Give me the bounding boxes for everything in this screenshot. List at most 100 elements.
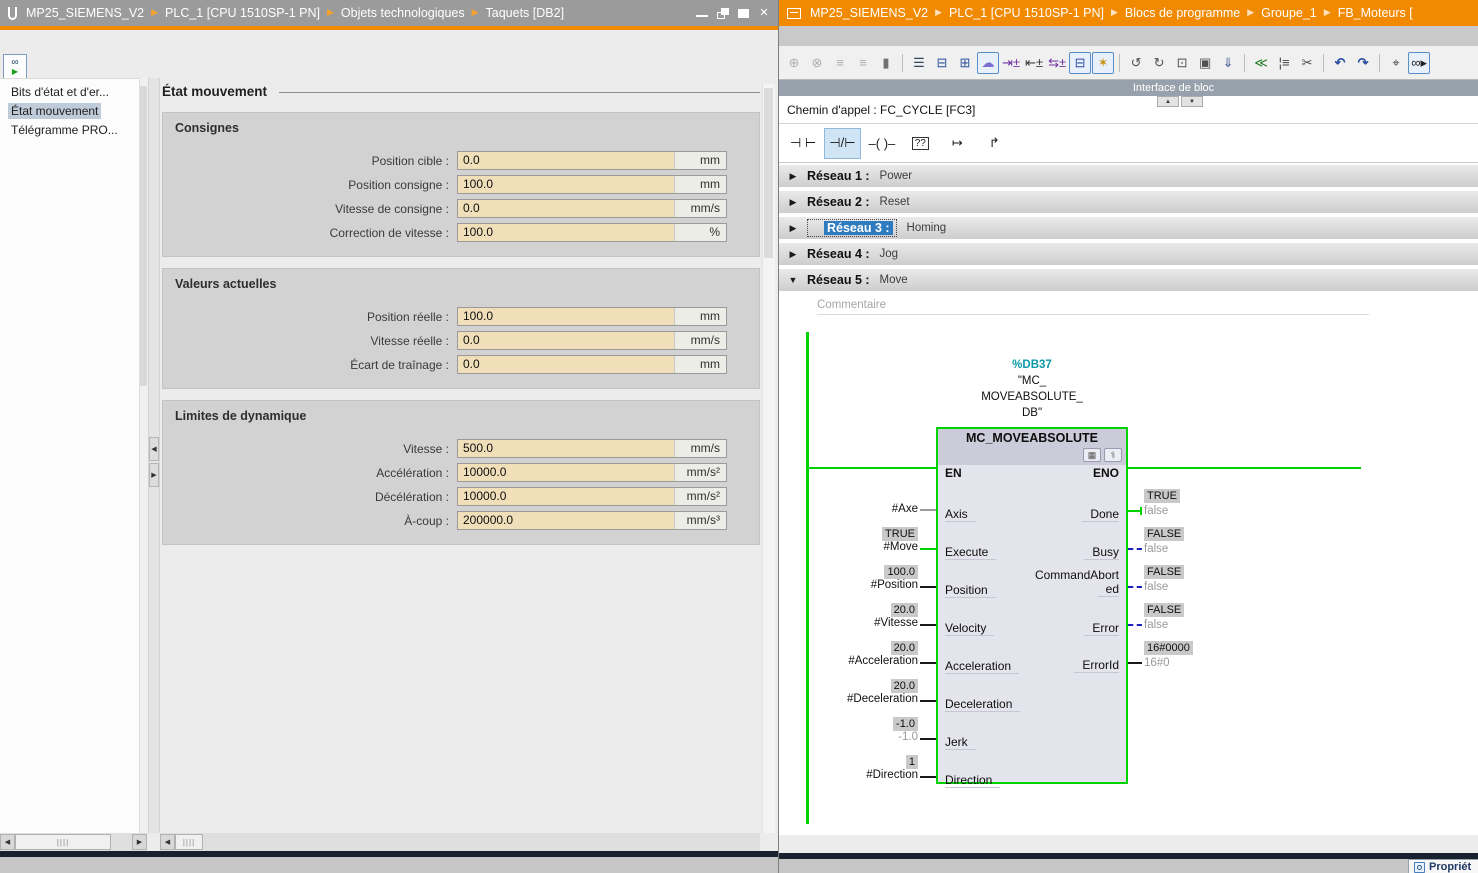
sidebar-scrollbar-thumb[interactable] xyxy=(140,86,147,386)
goto-call-icon[interactable]: ≪ xyxy=(1250,52,1272,74)
splitter-up-icon[interactable]: ▲ xyxy=(1157,96,1179,107)
chevron-right-icon[interactable]: ▶ xyxy=(779,249,807,260)
instance-db-icon[interactable]: ▦ xyxy=(1083,448,1101,462)
nav-item-motion-status[interactable]: État mouvement xyxy=(0,102,139,121)
acceleration-operand[interactable]: #Acceleration xyxy=(848,655,918,668)
network-comment-row[interactable]: Commentaire xyxy=(779,295,1478,319)
deceleration-pin[interactable]: Deceleration xyxy=(945,697,1020,712)
chevron-down-icon[interactable]: ▼ xyxy=(779,275,807,285)
no-contact-icon[interactable]: ⊣ ⊢ xyxy=(785,128,821,159)
initialize-setpoints-icon[interactable]: ⇓ xyxy=(1217,52,1239,74)
breadcrumb-tech-objects[interactable]: Objets technologiques xyxy=(341,6,465,20)
ladder-canvas[interactable]: %DB37 "MC_ MOVEABSOLUTE_ DB" MC_MOVEABSO… xyxy=(779,319,1478,835)
breadcrumb-fb-moteurs[interactable]: FB_Moteurs [ xyxy=(1338,6,1413,20)
monitoring-glasses-icon[interactable]: ∞▸ xyxy=(1408,52,1430,74)
position-pin[interactable]: Position xyxy=(945,583,996,598)
commandaborted-pin[interactable]: ed xyxy=(1098,582,1119,597)
breadcrumb-project[interactable]: MP25_SIEMENS_V2 xyxy=(810,6,928,20)
monitor-field[interactable]: 500.0mm/s xyxy=(457,439,727,458)
open-all-networks-icon[interactable]: ⊞ xyxy=(954,52,976,74)
chevron-right-icon[interactable]: ▶ xyxy=(779,171,807,182)
velocity-operand[interactable]: #Vitesse xyxy=(874,617,918,630)
busy-operand[interactable]: false xyxy=(1144,543,1168,556)
insert-network-icon[interactable]: ⊕ xyxy=(783,52,805,74)
scroll-left-icon[interactable]: ◀ xyxy=(0,834,15,850)
maximize-icon[interactable] xyxy=(738,9,749,18)
done-operand[interactable]: false xyxy=(1144,505,1168,518)
network-row-3-selected[interactable]: ▶ Réseau 3 : Homing xyxy=(779,217,1478,239)
deceleration-operand[interactable]: #Deceleration xyxy=(847,693,918,706)
left-titlebar[interactable]: MP25_SIEMENS_V2 ▶ PLC_1 [CPU 1510SP-1 PN… xyxy=(0,0,778,26)
block-interface-bar[interactable]: Interface de bloc xyxy=(779,80,1478,96)
monitor-field[interactable]: 200000.0mm/s³ xyxy=(457,511,727,530)
velocity-pin[interactable]: Velocity xyxy=(945,621,994,636)
jerk-operand[interactable]: -1.0 xyxy=(898,731,918,744)
busy-pin[interactable]: Busy xyxy=(1084,545,1119,560)
content-horizontal-scrollbar[interactable]: ◀ |||| xyxy=(160,833,760,851)
splitter-collapse-left-icon[interactable]: ◀ xyxy=(149,437,159,461)
direction-pin[interactable]: Direction xyxy=(945,773,1000,788)
load-snapshot-icon[interactable]: ▣ xyxy=(1194,52,1216,74)
open-branch-icon[interactable]: ↦ xyxy=(940,128,974,159)
update-block-calls-icon[interactable]: ↺ xyxy=(1125,52,1147,74)
diagnostics-stethoscope-icon[interactable]: ⚕ xyxy=(1104,448,1122,462)
monitor-field[interactable]: 100.0mm xyxy=(457,175,727,194)
network-row-2[interactable]: ▶ Réseau 2 : Reset xyxy=(779,191,1478,213)
breadcrumb-taquets[interactable]: Taquets [DB2] xyxy=(486,6,565,20)
right-titlebar[interactable]: MP25_SIEMENS_V2 ▶ PLC_1 [CPU 1510SP-1 PN… xyxy=(779,0,1478,26)
empty-box-icon[interactable]: ?? xyxy=(903,128,937,159)
network-row-1[interactable]: ▶ Réseau 1 : Power xyxy=(779,165,1478,187)
network-overview-icon[interactable]: ☰ xyxy=(908,52,930,74)
instance-db-address[interactable]: %DB37 xyxy=(936,359,1128,371)
close-all-networks-icon[interactable]: ⊟ xyxy=(931,52,953,74)
monitor-field[interactable]: 100.0mm xyxy=(457,307,727,326)
find-replace-icon[interactable]: ⌖ xyxy=(1385,52,1407,74)
splitter-down-icon[interactable]: ▼ xyxy=(1181,96,1203,107)
network-row-5-expanded[interactable]: ▼ Réseau 5 : Move xyxy=(779,269,1478,291)
instance-db-name[interactable]: "MC_ xyxy=(936,375,1128,387)
navigate-back-icon[interactable]: ↶ xyxy=(1329,52,1351,74)
axis-pin[interactable]: Axis xyxy=(945,507,976,522)
monitor-field[interactable]: 0.0mm xyxy=(457,355,727,374)
delete-network-icon[interactable]: ⊗ xyxy=(806,52,828,74)
errorid-operand[interactable]: 16#0 xyxy=(1144,657,1170,670)
execute-pin[interactable]: Execute xyxy=(945,545,996,560)
nav-item-telegram[interactable]: Télégramme PRO... xyxy=(0,121,139,140)
nc-contact-icon[interactable]: ⊣/⊢ xyxy=(824,128,860,159)
call-structure-icon[interactable]: ¦≡ xyxy=(1273,52,1295,74)
commandaborted-operand[interactable]: false xyxy=(1144,581,1168,594)
sidebar-horizontal-scrollbar[interactable]: ◀ |||| ▶ xyxy=(0,833,147,851)
breadcrumb-plc[interactable]: PLC_1 [CPU 1510SP-1 PN] xyxy=(165,6,320,20)
diagnostics-glasses-icon[interactable]: ∞▶ xyxy=(3,54,27,80)
errorid-pin[interactable]: ErrorId xyxy=(1074,658,1119,673)
monitor-field[interactable]: 0.0mm/s xyxy=(457,331,727,350)
absolute-operands-icon[interactable]: ⇥± xyxy=(1000,52,1022,74)
axis-operand[interactable]: #Axe xyxy=(892,503,918,516)
mc-moveabsolute-block[interactable]: MC_MOVEABSOLUTE ▦ ⚕ EN ENO Axis Execute … xyxy=(936,427,1128,784)
breadcrumb-project[interactable]: MP25_SIEMENS_V2 xyxy=(26,6,144,20)
breadcrumb-plc[interactable]: PLC_1 [CPU 1510SP-1 PN] xyxy=(949,6,1104,20)
breadcrumb-group[interactable]: Groupe_1 xyxy=(1261,6,1317,20)
toggle-comments-icon[interactable]: ☁ xyxy=(977,52,999,74)
monitor-field[interactable]: 0.0mm xyxy=(457,151,727,170)
monitor-field[interactable]: 10000.0mm/s² xyxy=(457,487,727,506)
chevron-right-icon[interactable]: ▶ xyxy=(779,197,807,208)
direction-operand[interactable]: #Direction xyxy=(866,769,918,782)
close-icon[interactable]: ✕ xyxy=(758,8,770,19)
minimize-icon[interactable] xyxy=(696,9,708,17)
synchronize-icon[interactable]: ↻ xyxy=(1148,52,1170,74)
close-branch-icon[interactable]: ↱ xyxy=(977,128,1011,159)
monitor-field[interactable]: 100.0% xyxy=(457,223,727,242)
delete-row-icon[interactable]: ≡ xyxy=(852,52,874,74)
acceleration-pin[interactable]: Acceleration xyxy=(945,659,1019,674)
snapshot-icon[interactable]: ⊡ xyxy=(1171,52,1193,74)
remove-call-icon[interactable]: ✂ xyxy=(1296,52,1318,74)
scrollbar-thumb[interactable]: |||| xyxy=(15,834,111,850)
insert-instance-icon[interactable]: ▮ xyxy=(875,52,897,74)
monitor-field[interactable]: 0.0mm/s xyxy=(457,199,727,218)
properties-tab[interactable]: Propriét xyxy=(1408,859,1478,873)
content-scrollbar-thumb[interactable] xyxy=(764,88,773,258)
instance-db-name[interactable]: MOVEABSOLUTE_ xyxy=(936,391,1128,403)
nav-item-status-bits[interactable]: Bits d'état et d'er... xyxy=(0,83,139,102)
hide-operand-info-icon[interactable]: ⇤± xyxy=(1023,52,1045,74)
